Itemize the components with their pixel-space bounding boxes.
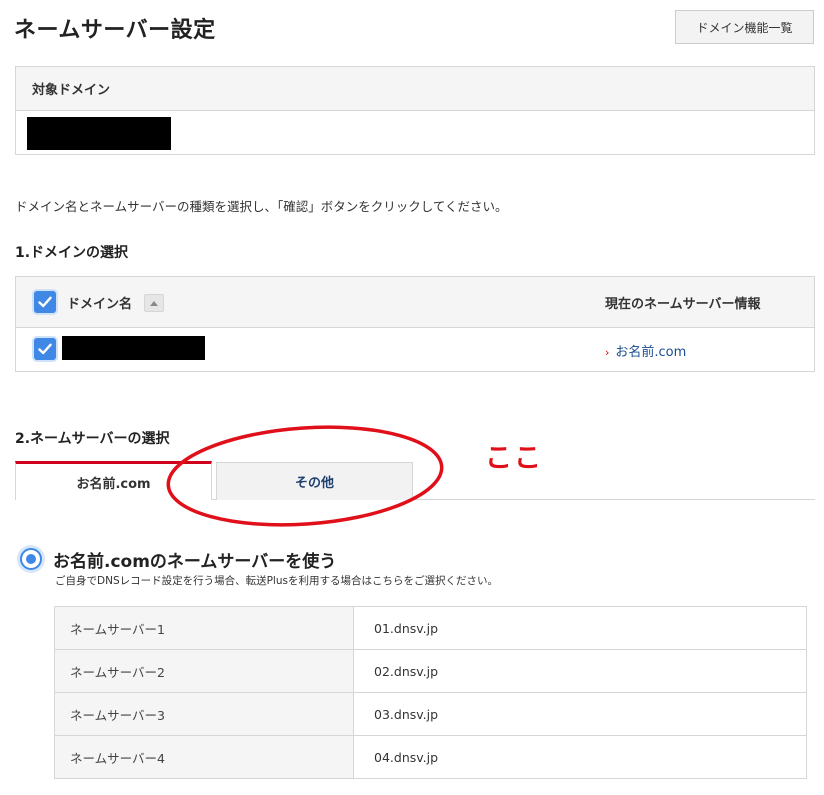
onamae-nameserver-option-label: お名前.comのネームサーバーを使う — [53, 552, 337, 572]
domain-table-header: ドメイン名 現在のネームサーバー情報 — [16, 277, 814, 328]
redacted-domain-block — [27, 117, 171, 150]
current-nameserver-column-header: 現在のネームサーバー情報 — [605, 297, 761, 312]
table-row: ネームサーバー2 02.dnsv.jp — [54, 649, 807, 693]
chevron-right-icon: › — [605, 346, 610, 359]
domain-name-column-header: ドメイン名 — [67, 297, 133, 312]
annotation-ellipse — [166, 425, 444, 527]
section-nameserver-selection-title: 2.ネームサーバーの選択 — [15, 431, 170, 447]
domain-function-list-button[interactable]: ドメイン機能一覧 — [675, 10, 814, 44]
nameserver-value: 03.dnsv.jp — [353, 692, 807, 736]
nameserver-label: ネームサーバー4 — [54, 735, 354, 779]
target-domain-heading: 対象ドメイン — [16, 67, 814, 111]
instruction-text: ドメイン名とネームサーバーの種類を選択し、「確認」ボタンをクリックしてください。 — [15, 199, 508, 214]
onamae-nameserver-radio[interactable] — [20, 548, 42, 570]
nameserver-table: ネームサーバー1 01.dnsv.jp ネームサーバー2 02.dnsv.jp … — [54, 606, 807, 779]
nameserver-label: ネームサーバー3 — [54, 692, 354, 736]
sort-button[interactable] — [144, 294, 164, 312]
onamae-nameserver-option-note: ご自身でDNSレコード設定を行う場合、転送Plusを利用する場合はこちらをご選択… — [55, 575, 498, 587]
table-row: ネームサーバー1 01.dnsv.jp — [54, 606, 807, 650]
domain-row-checkbox[interactable] — [34, 338, 56, 360]
nameserver-label: ネームサーバー2 — [54, 649, 354, 693]
target-domain-panel: 対象ドメイン — [15, 66, 815, 155]
nameserver-value: 04.dnsv.jp — [353, 735, 807, 779]
table-row: ネームサーバー4 04.dnsv.jp — [54, 735, 807, 779]
domain-table: ドメイン名 現在のネームサーバー情報 › お名前.com — [15, 276, 815, 372]
table-row: › お名前.com — [16, 328, 814, 371]
radio-selected-dot — [26, 554, 36, 564]
nameserver-value: 01.dnsv.jp — [353, 606, 807, 650]
current-nameserver-value: お名前.com — [615, 345, 687, 360]
page-title: ネームサーバー設定 — [14, 18, 216, 43]
nameserver-label: ネームサーバー1 — [54, 606, 354, 650]
redacted-domain-block — [62, 336, 205, 360]
checkmark-icon — [38, 296, 52, 308]
sort-up-icon — [150, 301, 158, 306]
annotation-text: ここ — [485, 443, 543, 474]
nameserver-value: 02.dnsv.jp — [353, 649, 807, 693]
current-nameserver-link[interactable]: › お名前.com — [605, 341, 686, 360]
table-row: ネームサーバー3 03.dnsv.jp — [54, 692, 807, 736]
checkmark-icon — [38, 343, 52, 355]
section-domain-selection-title: 1.ドメインの選択 — [15, 245, 129, 261]
select-all-checkbox[interactable] — [34, 291, 56, 313]
